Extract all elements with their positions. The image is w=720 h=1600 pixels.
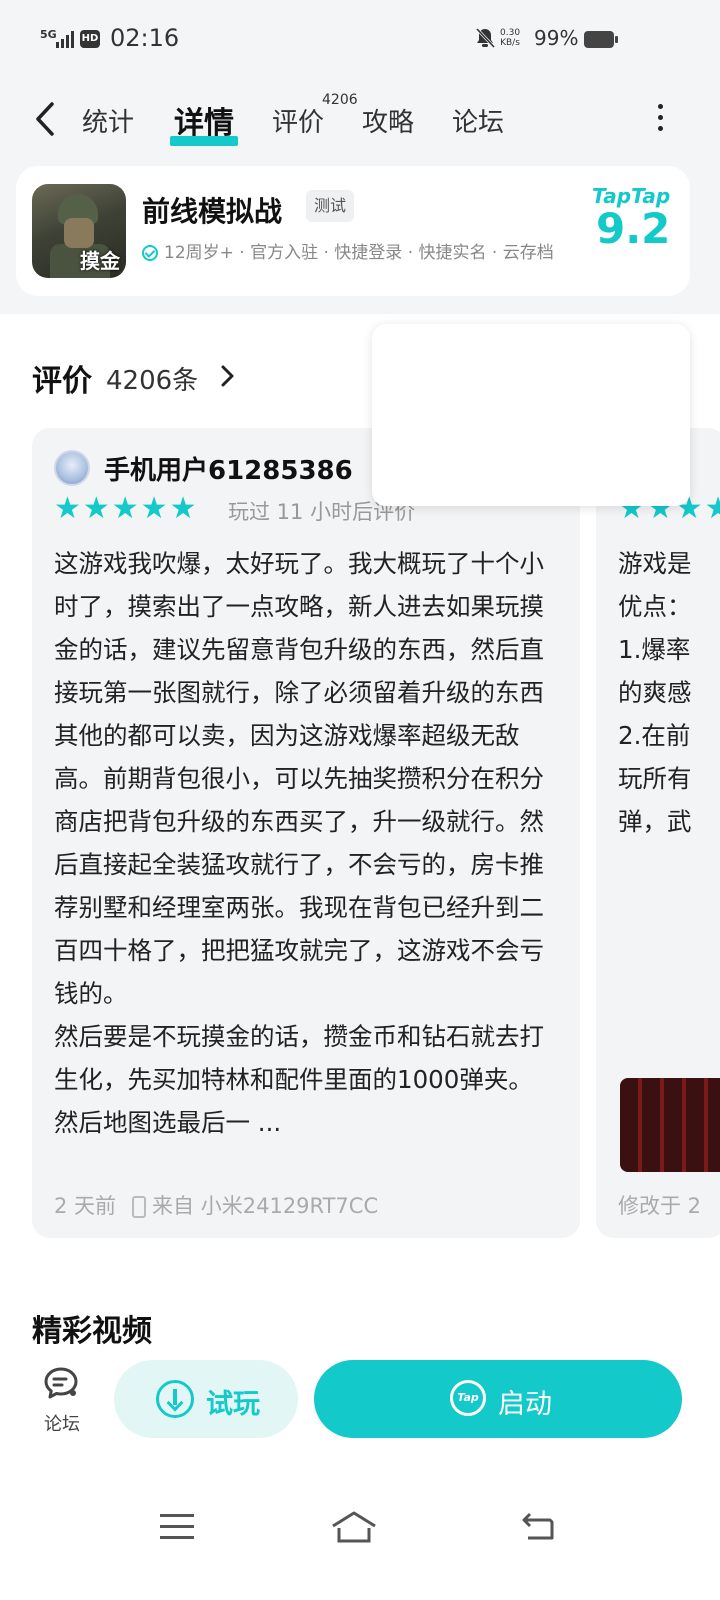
speed-value: 0.30 [500, 28, 521, 38]
review-line: 的爽感 [618, 678, 692, 707]
star-rating: ★★★★★ [54, 491, 199, 526]
tab-forum[interactable]: 论坛 [452, 102, 504, 139]
battery-icon [584, 31, 618, 48]
forum-label[interactable]: 论坛 [44, 1410, 80, 1436]
tab-guides[interactable]: 攻略 [362, 102, 414, 139]
review-count-badge: 4206 [322, 92, 358, 108]
network-speed: 0.30 KB/s [500, 28, 520, 48]
review-body[interactable]: 游戏是 优点： 1.爆率 的爽感 2.在前 玩所有 弹，武 [618, 542, 720, 843]
chevron-right-icon[interactable] [218, 364, 236, 388]
device-prefix: 来自 [152, 1194, 195, 1218]
review-time: 2 天前 [54, 1194, 117, 1218]
mute-bell-icon [475, 27, 496, 49]
review-body[interactable]: 这游戏我吹爆，太好玩了。我大概玩了十个小时了，摸索出了一点攻略，新人进去如果玩摸… [54, 542, 554, 1144]
review-image[interactable] [620, 1078, 720, 1172]
game-icon-text: 摸金 [80, 249, 120, 273]
review-line: 优点： [618, 592, 692, 621]
taptap-icon: Tap [450, 1380, 486, 1416]
download-icon [156, 1380, 194, 1418]
menu-icon[interactable] [160, 1514, 194, 1540]
phone-icon [132, 1196, 147, 1218]
tab-reviews[interactable]: 评价 [272, 102, 324, 139]
review-line: 2.在前 [618, 721, 691, 750]
launch-label: 启动 [498, 1389, 552, 1420]
signal-icon [56, 30, 76, 48]
review-paragraph: 然后要是不玩摸金的话，攒金币和钻石就去打生化，先买加特林和配件里面的1000弹夹… [54, 1022, 544, 1137]
review-card[interactable]: 手机用户61285386 ★★★★★ 玩过 11 小时后评价 这游戏我吹爆，太好… [32, 428, 580, 1238]
review-footer: 修改于 2 [618, 1194, 702, 1218]
tab-stats[interactable]: 统计 [82, 102, 134, 139]
review-username[interactable]: 手机用户61285386 [104, 450, 353, 487]
game-header-card: 摸金 前线模拟战 测试 12周岁+ · 官方入驻 · 快捷登录 · 快捷实名 ·… [16, 166, 690, 296]
back-icon[interactable] [520, 1512, 556, 1542]
launch-button[interactable]: Tap 启动 [314, 1360, 682, 1438]
battery-percent: 99% [534, 26, 579, 50]
network-label: 5G [40, 28, 57, 41]
popup-overlay [372, 324, 690, 506]
back-arrow-icon[interactable] [30, 98, 60, 140]
hd-icon: HD [80, 30, 100, 48]
tab-details[interactable]: 详情 [170, 98, 238, 146]
review-line: 弹，武 [618, 807, 692, 836]
avatar[interactable] [54, 450, 90, 486]
game-meta-text: 12周岁+ · 官方入驻 · 快捷登录 · 快捷实名 · 云存档 [164, 243, 554, 263]
review-line: 游戏是 [618, 549, 692, 578]
forum-icon[interactable] [42, 1366, 80, 1400]
test-tag: 测试 [306, 190, 355, 222]
try-play-label: 试玩 [206, 1389, 260, 1420]
clock: 02:16 [110, 24, 180, 52]
review-line: 玩所有 [618, 764, 692, 793]
review-footer: 2 天前 来自 小米24129RT7CC [54, 1190, 378, 1220]
rating-score[interactable]: 9.2 [596, 204, 670, 253]
action-bar: 论坛 试玩 Tap 启动 [0, 1348, 720, 1458]
videos-heading: 精彩视频 [32, 1314, 152, 1349]
more-options-icon[interactable] [650, 104, 670, 134]
home-icon[interactable] [330, 1510, 378, 1544]
try-play-button[interactable]: 试玩 [114, 1360, 298, 1438]
tab-bar: 统计 详情 评价 4206 攻略 论坛 [0, 80, 720, 160]
reviews-count[interactable]: 4206条 [106, 360, 198, 397]
game-icon: 摸金 [32, 184, 126, 278]
verified-icon [142, 245, 158, 261]
reviews-heading[interactable]: 评价 [32, 356, 92, 400]
review-card[interactable]: 3天 ★★★★★ 游戏是 优点： 1.爆率 的爽感 2.在前 玩所有 弹，武 修… [596, 428, 720, 1238]
game-title: 前线模拟战 [142, 195, 283, 228]
review-line: 1.爆率 [618, 635, 691, 664]
status-bar: 5G HD 02:16 0.30 KB/s 99% [0, 0, 720, 80]
system-nav-bar [0, 1480, 720, 1600]
device-model: 小米24129RT7CC [200, 1194, 379, 1218]
speed-unit: KB/s [500, 38, 520, 48]
review-paragraph: 这游戏我吹爆，太好玩了。我大概玩了十个小时了，摸索出了一点攻略，新人进去如果玩摸… [54, 549, 544, 1008]
game-meta: 12周岁+ · 官方入驻 · 快捷登录 · 快捷实名 · 云存档 [142, 238, 554, 263]
